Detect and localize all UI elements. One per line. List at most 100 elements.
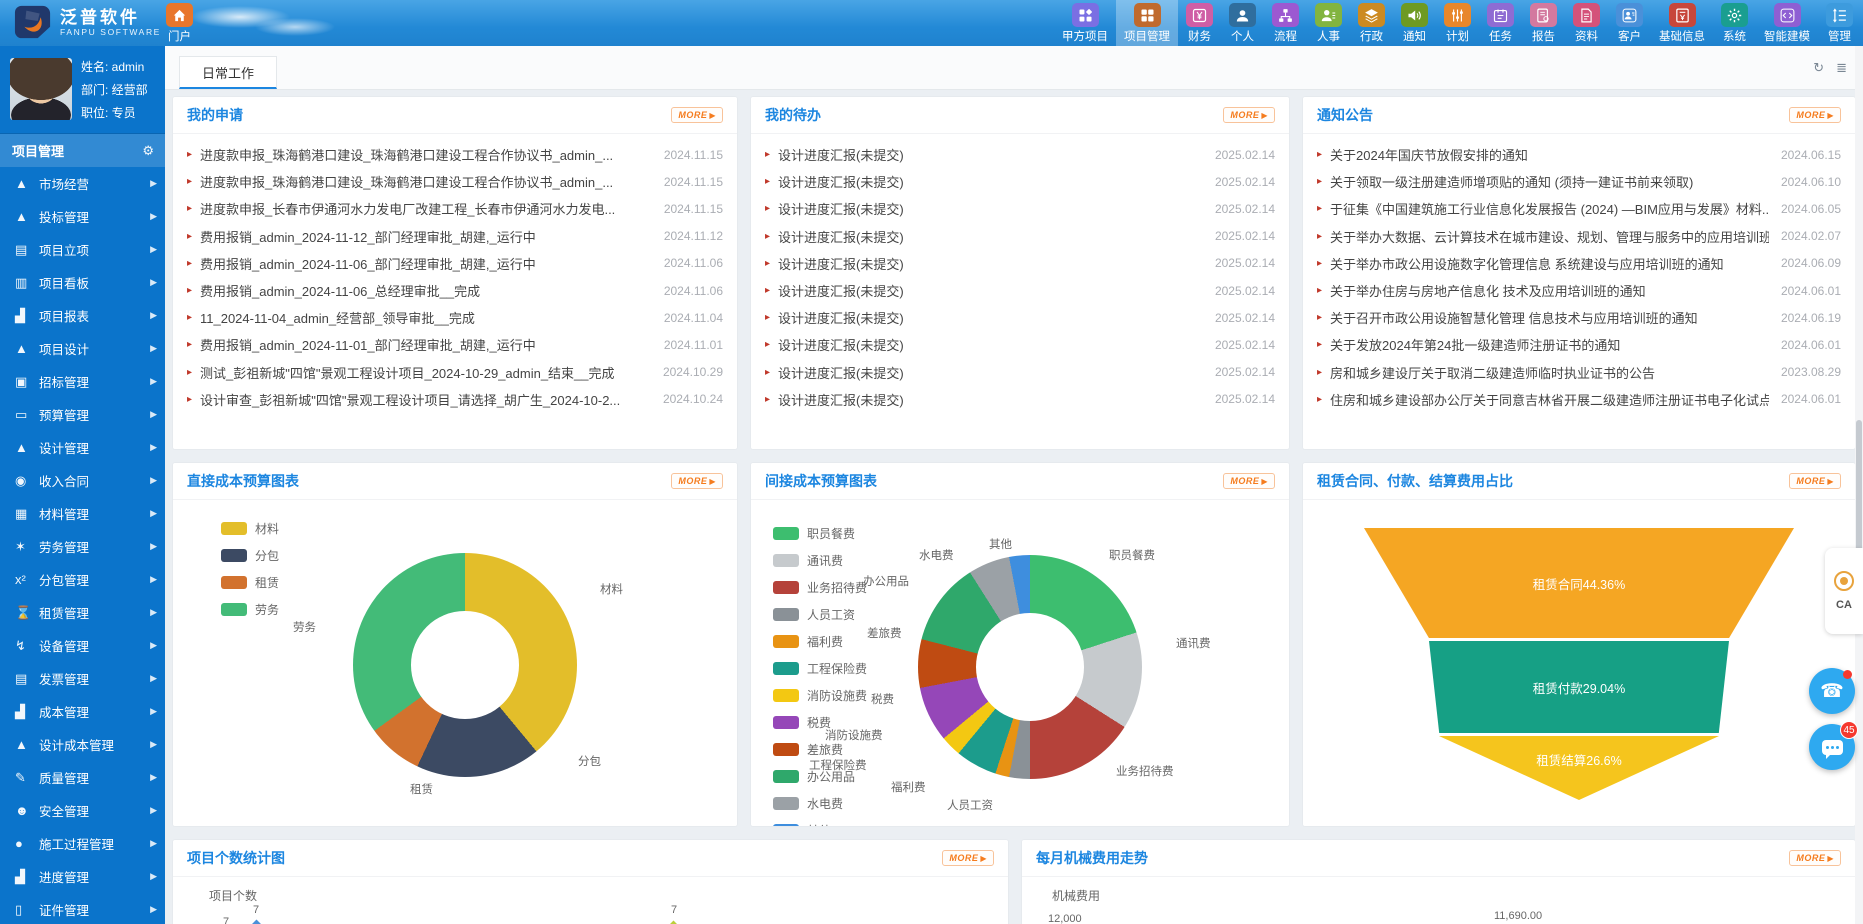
legend-item[interactable]: 材料 [221,520,279,537]
sidebar-item[interactable]: ✶ 劳务管理 ▶ [0,530,165,563]
sidebar-item[interactable]: ▦ 材料管理 ▶ [0,497,165,530]
nav-item[interactable]: 甲方项目 [1054,0,1116,46]
nav-item[interactable]: 行政 [1350,0,1393,46]
more-button[interactable]: MORE▶ [942,850,994,866]
list-item[interactable]: ▸ 11_2024-11-04_admin_经营部_领导审批__完成 2024.… [187,304,723,331]
legend-item[interactable]: 差旅费 [773,741,867,758]
list-item[interactable]: ▸ 设计进度汇报(未提交) 2025.02.14 [765,304,1275,331]
legend-item[interactable]: 职员餐费 [773,525,867,542]
sidebar-item[interactable]: ▲ 投标管理 ▶ [0,200,165,233]
sidebar-item[interactable]: ▲ 市场经营 ▶ [0,167,165,200]
legend-item[interactable]: 通讯费 [773,552,867,569]
chat-button[interactable]: 45 [1809,724,1855,770]
nav-item[interactable]: 个人 [1221,0,1264,46]
legend-item[interactable]: 分包 [221,547,279,564]
nav-item[interactable]: 智能建模 [1756,0,1818,46]
list-item[interactable]: ▸ 费用报销_admin_2024-11-06_部门经理审批_胡建,_运行中 2… [187,250,723,277]
sidebar-item[interactable]: ▲ 设计成本管理 ▶ [0,728,165,761]
more-button[interactable]: MORE▶ [1789,107,1841,123]
sidebar-item[interactable]: ▭ 预算管理 ▶ [0,398,165,431]
sidebar-item[interactable]: ▟ 进度管理 ▶ [0,860,165,893]
refresh-icon[interactable]: ↻ [1813,60,1824,76]
list-item[interactable]: ▸ 关于2024年国庆节放假安排的通知 2024.06.15 [1317,141,1841,168]
ca-widget[interactable]: CA [1825,548,1863,634]
list-item[interactable]: ▸ 房和城乡建设厅关于取消二级建造师临时执业证书的公告 2023.08.29 [1317,359,1841,386]
list-item[interactable]: ▸ 设计进度汇报(未提交) 2025.02.14 [765,141,1275,168]
legend-item[interactable]: 水电费 [773,795,867,812]
list-item[interactable]: ▸ 费用报销_admin_2024-11-06_总经理审批__完成 2024.1… [187,277,723,304]
list-item[interactable]: ▸ 费用报销_admin_2024-11-12_部门经理审批_胡建,_运行中 2… [187,223,723,250]
list-item[interactable]: ▸ 关于召开市政公用设施智慧化管理 信息技术与应用培训班的通知 2024.06.… [1317,304,1841,331]
nav-item[interactable]: 任务 [1479,0,1522,46]
list-item[interactable]: ▸ 费用报销_admin_2024-11-01_部门经理审批_胡建,_运行中 2… [187,331,723,358]
sidebar-item[interactable]: ✎ 质量管理 ▶ [0,761,165,794]
sidebar-section-header[interactable]: 项目管理 ⚙ [0,134,165,167]
legend-item[interactable]: 业务招待费 [773,579,867,596]
list-item[interactable]: ▸ 设计进度汇报(未提交) 2025.02.14 [765,277,1275,304]
list-item[interactable]: ▸ 设计进度汇报(未提交) 2025.02.14 [765,223,1275,250]
sidebar-item[interactable]: ▟ 成本管理 ▶ [0,695,165,728]
nav-item[interactable]: 财务 [1178,0,1221,46]
list-item[interactable]: ▸ 关于举办大数据、云计算技术在城市建设、规划、管理与服务中的应用培训班... … [1317,223,1841,250]
sidebar-item[interactable]: ↯ 设备管理 ▶ [0,629,165,662]
legend-item[interactable]: 工程保险费 [773,660,867,677]
more-button[interactable]: MORE▶ [1789,473,1841,489]
legend-item[interactable]: 租赁 [221,574,279,591]
sidebar-item[interactable]: ▯ 证件管理 ▶ [0,893,165,924]
list-item[interactable]: ▸ 设计进度汇报(未提交) 2025.02.14 [765,168,1275,195]
list-item[interactable]: ▸ 设计进度汇报(未提交) 2025.02.14 [765,195,1275,222]
more-button[interactable]: MORE▶ [1789,850,1841,866]
nav-item[interactable]: 基础信息 [1651,0,1713,46]
legend-item[interactable]: 其他 [773,822,867,826]
sidebar-item[interactable]: ⌛ 租赁管理 ▶ [0,596,165,629]
sidebar-item[interactable]: ▤ 发票管理 ▶ [0,662,165,695]
menu-icon[interactable]: ≣ [1836,60,1847,76]
sidebar-item[interactable]: ▣ 招标管理 ▶ [0,365,165,398]
nav-item[interactable]: 资料 [1565,0,1608,46]
sidebar-item[interactable]: x² 分包管理 ▶ [0,563,165,596]
sidebar-item[interactable]: ▥ 项目看板 ▶ [0,266,165,299]
nav-item[interactable]: 管理 [1818,0,1861,46]
list-item[interactable]: ▸ 进度款申报_珠海鹤港口建设_珠海鹤港口建设工程合作协议书_admin_...… [187,141,723,168]
nav-item[interactable]: 人事 [1307,0,1350,46]
nav-item[interactable]: 客户 [1608,0,1651,46]
list-item[interactable]: ▸ 设计进度汇报(未提交) 2025.02.14 [765,359,1275,386]
nav-item[interactable]: 通知 [1393,0,1436,46]
list-item[interactable]: ▸ 关于举办住房与房地产信息化 技术及应用培训班的通知 2024.06.01 [1317,277,1841,304]
more-button[interactable]: MORE▶ [1223,107,1275,123]
more-button[interactable]: MORE▶ [671,107,723,123]
more-button[interactable]: MORE▶ [1223,473,1275,489]
list-item[interactable]: ▸ 于征集《中国建筑施工行业信息化发展报告 (2024) —BIM应用与发展》材… [1317,195,1841,222]
list-item[interactable]: ▸ 进度款申报_长春市伊通河水力发电厂改建工程_长春市伊通河水力发电... 20… [187,195,723,222]
list-item[interactable]: ▸ 关于领取一级注册建造师增项贴的通知 (须持一建证书前来领取) 2024.06… [1317,168,1841,195]
list-item[interactable]: ▸ 关于发放2024年第24批一级建造师注册证书的通知 2024.06.01 [1317,331,1841,358]
list-item[interactable]: ▸ 测试_彭祖新城"四馆"景观工程设计项目_2024-10-29_admin_结… [187,359,723,386]
list-item[interactable]: ▸ 进度款申报_珠海鹤港口建设_珠海鹤港口建设工程合作协议书_admin_...… [187,168,723,195]
nav-item[interactable]: 流程 [1264,0,1307,46]
gear-icon[interactable]: ⚙ [142,143,154,159]
sidebar-item[interactable]: ▲ 设计管理 ▶ [0,431,165,464]
sidebar-item[interactable]: ● 施工过程管理 ▶ [0,827,165,860]
nav-item[interactable]: 计划 [1436,0,1479,46]
nav-item[interactable]: 项目管理 [1116,0,1178,46]
list-item[interactable]: ▸ 住房和城乡建设部办公厅关于同意吉林省开展二级建造师注册证书电子化试点... … [1317,386,1841,413]
legend-item[interactable]: 人员工资 [773,606,867,623]
nav-item-portal[interactable]: 门户 [158,0,201,46]
list-item[interactable]: ▸ 设计进度汇报(未提交) 2025.02.14 [765,250,1275,277]
sidebar-item[interactable]: ▲ 项目设计 ▶ [0,332,165,365]
list-item[interactable]: ▸ 设计审查_彭祖新城"四馆"景观工程设计项目_请选择_胡广生_2024-10-… [187,386,723,413]
legend-item[interactable]: 劳务 [221,601,279,618]
sidebar-item[interactable]: ▟ 项目报表 ▶ [0,299,165,332]
list-item[interactable]: ▸ 设计进度汇报(未提交) 2025.02.14 [765,386,1275,413]
list-item[interactable]: ▸ 设计进度汇报(未提交) 2025.02.14 [765,331,1275,358]
legend-item[interactable]: 消防设施费 [773,687,867,704]
sidebar-item[interactable]: ☻ 安全管理 ▶ [0,794,165,827]
customer-service-button[interactable]: ☎ [1809,668,1855,714]
legend-item[interactable]: 福利费 [773,633,867,650]
sidebar-item[interactable]: ◉ 收入合同 ▶ [0,464,165,497]
list-item[interactable]: ▸ 关于举办市政公用设施数字化管理信息 系统建设与应用培训班的通知 2024.0… [1317,250,1841,277]
nav-item[interactable]: 报告 [1522,0,1565,46]
tab-daily-work[interactable]: 日常工作 [179,56,277,89]
sidebar-item[interactable]: ▤ 项目立项 ▶ [0,233,165,266]
more-button[interactable]: MORE▶ [671,473,723,489]
